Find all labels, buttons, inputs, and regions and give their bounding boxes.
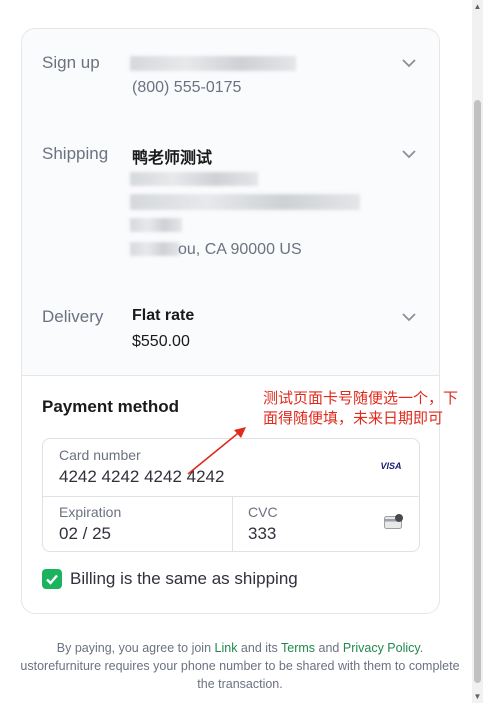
signup-label: Sign up — [42, 53, 100, 72]
expiration-input[interactable]: 02 / 25 — [59, 524, 111, 544]
annotation-arrow-icon — [187, 427, 246, 475]
signup-phone: (800) 555-0175 — [132, 79, 242, 96]
checkout-summary-card: Sign up (800) 555-0175 Shipping 鸭老师测试 ou… — [21, 28, 440, 614]
check-icon — [46, 574, 58, 585]
billing-same-label[interactable]: Billing is the same as shipping — [70, 569, 298, 589]
expiration-field[interactable]: Expiration 02 / 25 — [43, 496, 233, 552]
footer-text: and — [315, 641, 343, 655]
cvc-label: CVC — [248, 504, 278, 520]
scroll-up-icon[interactable]: ▲ — [473, 2, 482, 11]
cvc-card-icon — [384, 514, 403, 529]
footer-text: By paying, you agree to join — [56, 641, 215, 655]
billing-same-checkbox[interactable] — [42, 569, 62, 589]
scroll-down-icon[interactable]: ▼ — [473, 692, 482, 701]
delivery-price: $550.00 — [132, 333, 190, 350]
visa-icon: VISA — [380, 461, 402, 471]
shipping-label: Shipping — [42, 144, 109, 163]
payment-method-title: Payment method — [42, 397, 179, 416]
scrollbar-thumb[interactable] — [474, 100, 481, 683]
redacted-email — [130, 56, 296, 71]
link-link[interactable]: Link — [215, 641, 238, 655]
delivery-section[interactable]: Delivery Flat rate $550.00 — [22, 283, 439, 376]
redacted-address-line — [130, 172, 258, 186]
shipping-name: 鸭老师测试 — [132, 150, 213, 167]
shipping-section[interactable]: Shipping 鸭老师测试 ou, CA 90000 US — [22, 120, 439, 284]
card-number-label: Card number — [59, 447, 141, 463]
signup-section[interactable]: Sign up (800) 555-0175 — [22, 29, 439, 121]
expiration-label: Expiration — [59, 504, 122, 520]
footer-text: and its — [237, 641, 282, 655]
terms-link[interactable]: Terms — [281, 641, 315, 655]
privacy-policy-link[interactable]: Privacy Policy — [343, 641, 420, 655]
cvc-input[interactable]: 333 — [248, 524, 276, 544]
legal-footer: By paying, you agree to join Link and it… — [20, 639, 460, 693]
redacted-address-line — [130, 242, 180, 256]
delivery-label: Delivery — [42, 307, 104, 326]
footer-text: ustorefurniture requires your phone numb… — [20, 659, 460, 691]
shipping-address-city: ou, CA 90000 US — [178, 241, 302, 258]
delivery-method: Flat rate — [132, 307, 195, 324]
chevron-down-icon[interactable] — [399, 144, 419, 164]
footer-text: . — [419, 641, 424, 655]
chevron-down-icon[interactable] — [399, 307, 419, 327]
annotation-note: 测试页面卡号随便选一个，下面得随便填，未来日期即可 — [263, 390, 459, 427]
chevron-down-icon[interactable] — [399, 53, 419, 73]
redacted-address-line — [130, 218, 182, 232]
cvc-field[interactable]: CVC 333 — [232, 496, 420, 552]
redacted-address-line — [130, 194, 360, 210]
